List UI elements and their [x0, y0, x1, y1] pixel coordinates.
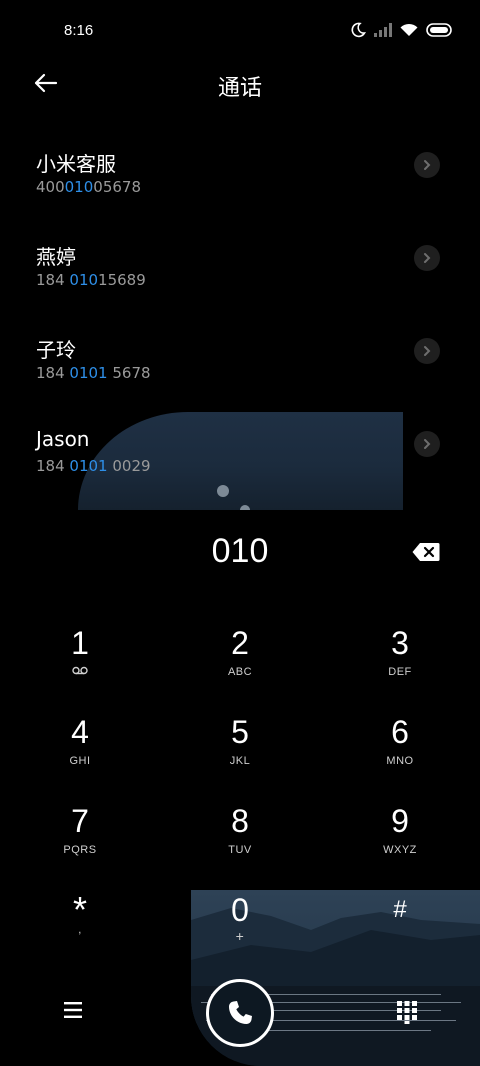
match-highlight: 010 — [69, 271, 99, 289]
key-letters: + — [235, 928, 245, 944]
contact-number: 40001005678 — [36, 178, 141, 196]
key-2[interactable]: 2 ABC — [160, 625, 320, 713]
key-letters: , — [78, 924, 82, 936]
status-time: 8:16 — [64, 22, 94, 39]
key-letters: TUV — [228, 844, 252, 856]
key-star[interactable]: * , — [0, 892, 160, 980]
key-1[interactable]: 1 — [0, 625, 160, 713]
contact-name: 小米客服 — [36, 152, 116, 176]
key-hash[interactable]: # — [320, 892, 480, 980]
key-letters: DEF — [388, 666, 412, 678]
status-bar: 8:16 — [0, 0, 480, 62]
status-icons — [350, 22, 454, 38]
key-9[interactable]: 9 WXYZ — [320, 803, 480, 891]
battery-icon — [426, 23, 452, 37]
voicemail-icon — [0, 666, 160, 678]
key-0[interactable]: 0 + — [160, 892, 320, 980]
header: 通话 — [0, 62, 480, 104]
key-letters: ABC — [227, 666, 253, 678]
dialpad-icon[interactable] — [396, 1000, 418, 1024]
contact-number: 184 0101 0029 — [36, 457, 151, 475]
page-title: 通话 — [217, 76, 262, 101]
key-digit: 4 — [71, 714, 89, 750]
key-3[interactable]: 3 DEF — [320, 625, 480, 713]
signal-icon — [374, 23, 392, 37]
chevron-right-icon[interactable] — [414, 431, 440, 457]
wifi-icon — [400, 23, 418, 36]
key-letters: WXYZ — [383, 844, 417, 856]
match-highlight: 0101 — [69, 364, 108, 382]
key-digit: * — [72, 889, 87, 930]
key-digit: 2 — [231, 625, 249, 661]
key-6[interactable]: 6 MNO — [320, 714, 480, 802]
key-letters: PQRS — [63, 844, 97, 856]
menu-icon[interactable] — [60, 999, 86, 1021]
key-5[interactable]: 5 JKL — [160, 714, 320, 802]
key-digit: 6 — [391, 714, 409, 750]
key-letters: JKL — [229, 755, 251, 767]
contact-row[interactable]: 小米客服 40001005678 — [0, 148, 480, 218]
contact-row[interactable]: 燕婷 184 01015689 — [0, 241, 480, 311]
key-4[interactable]: 4 GHI — [0, 714, 160, 802]
phone-icon — [229, 1001, 252, 1024]
contact-row[interactable]: Jason 184 0101 0029 — [0, 427, 480, 497]
chevron-right-icon[interactable] — [414, 152, 440, 178]
key-letters: MNO — [386, 755, 414, 767]
contact-name: 子玲 — [36, 338, 76, 362]
key-digit: 7 — [71, 803, 89, 839]
contact-name: 燕婷 — [36, 245, 76, 269]
contact-name: Jason — [36, 427, 90, 451]
key-digit: 1 — [71, 625, 89, 661]
key-8[interactable]: 8 TUV — [160, 803, 320, 891]
chevron-right-icon[interactable] — [414, 338, 440, 364]
key-digit: 9 — [391, 803, 409, 839]
moon-icon — [351, 22, 366, 38]
match-highlight: 0101 — [69, 457, 108, 475]
key-digit: 5 — [231, 714, 249, 750]
key-7[interactable]: 7 PQRS — [0, 803, 160, 891]
key-letters: GHI — [69, 755, 91, 767]
key-digit: # — [393, 896, 407, 923]
key-digit: 3 — [391, 625, 409, 661]
backspace-icon[interactable] — [412, 542, 440, 562]
contact-number: 184 0101 5678 — [36, 364, 151, 382]
dialed-number: 010 — [211, 532, 269, 570]
key-digit: 8 — [231, 803, 249, 839]
key-digit: 0 — [231, 892, 249, 928]
call-button[interactable] — [206, 979, 274, 1047]
contact-number: 184 01015689 — [36, 271, 146, 289]
chevron-right-icon[interactable] — [414, 245, 440, 271]
contact-row[interactable]: 子玲 184 0101 5678 — [0, 334, 480, 404]
match-highlight: 010 — [64, 178, 94, 196]
